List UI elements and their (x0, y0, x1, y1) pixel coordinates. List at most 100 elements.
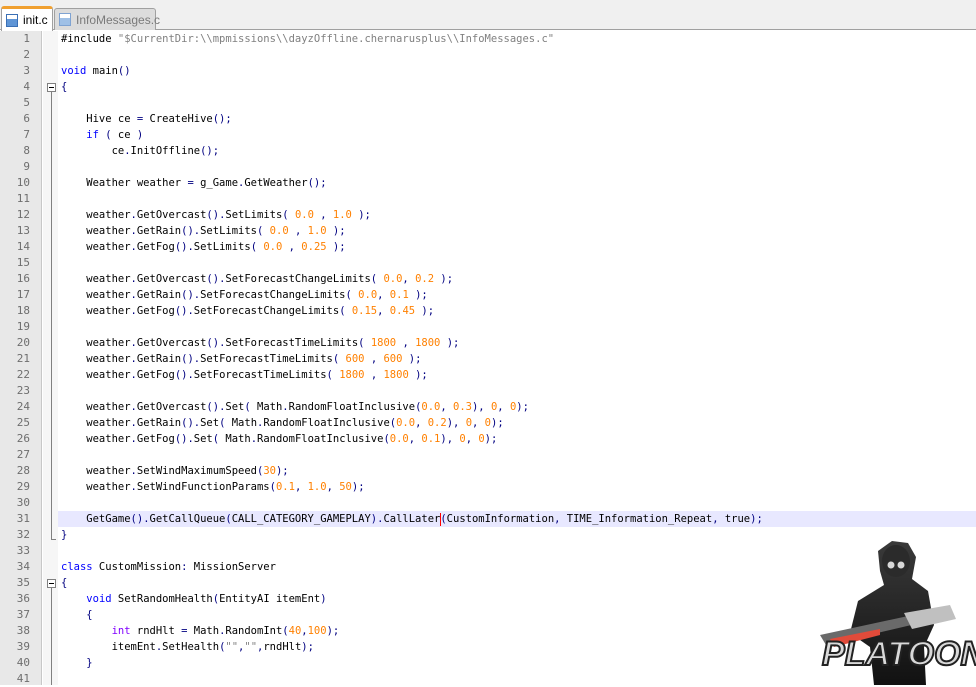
code-text: #include "$CurrentDir:\\mpmissions\\dayz… (61, 31, 554, 47)
line-number: 26 (16, 432, 30, 445)
line-number: 27 (16, 448, 30, 461)
code-token: Math (219, 433, 251, 445)
code-text: { (61, 79, 67, 95)
fold-toggle-icon[interactable] (47, 579, 56, 588)
code-token: (). (181, 289, 201, 301)
code-line[interactable]: 9 (0, 159, 976, 175)
code-line[interactable]: 31 GetGame().GetCallQueue(CALL_CATEGORY_… (0, 511, 976, 527)
tab-init-c[interactable]: init.c (1, 6, 53, 31)
code-token: 1800 (415, 337, 441, 349)
code-token: () (117, 65, 131, 77)
code-line[interactable]: 13 weather.GetRain().SetLimits( 0.0 , 1.… (0, 223, 976, 239)
code-line[interactable]: 22 weather.GetFog().SetForecastTimeLimit… (0, 367, 976, 383)
code-token: 0.0 (396, 417, 416, 429)
code-token: ) (136, 129, 144, 141)
code-token: 0.0 (421, 401, 441, 413)
code-text: weather.GetOvercast().Set( Math.RandomFl… (61, 399, 529, 415)
line-number: 22 (16, 368, 30, 381)
code-token: 100 (307, 625, 327, 637)
code-line[interactable]: 4{ (0, 79, 976, 95)
code-token: SetWindMaximumSpeed (136, 465, 257, 477)
line-number: 1 (23, 32, 30, 45)
code-text: Weather weather = g_Game.GetWeather(); (61, 175, 326, 191)
code-token: (). (174, 241, 194, 253)
code-token: ) (320, 593, 327, 605)
code-token: 0.25 (301, 241, 327, 253)
code-line[interactable]: 5 (0, 95, 976, 111)
code-token: ); (440, 273, 454, 285)
code-line[interactable]: 10 Weather weather = g_Game.GetWeather()… (0, 175, 976, 191)
code-token: weather (61, 273, 131, 285)
code-line[interactable]: 24 weather.GetOvercast().Set( Math.Rando… (0, 399, 976, 415)
line-number: 30 (16, 496, 30, 509)
code-token: GetRain (136, 353, 182, 365)
code-line[interactable]: 27 (0, 447, 976, 463)
code-token: SetLimits (200, 225, 258, 237)
code-line[interactable]: 19 (0, 319, 976, 335)
code-text: ce.InitOffline(); (61, 143, 220, 159)
code-line[interactable]: 29 weather.SetWindFunctionParams(0.1, 1.… (0, 479, 976, 495)
code-line[interactable]: 17 weather.GetRain().SetForecastChangeLi… (0, 287, 976, 303)
code-line[interactable]: 26 weather.GetFog().Set( Math.RandomFloa… (0, 431, 976, 447)
code-text: } (61, 655, 92, 671)
code-line[interactable]: 1 #include "$CurrentDir:\\mpmissions\\day… (0, 31, 976, 47)
line-number: 39 (16, 640, 30, 653)
code-token: GetRain (136, 225, 182, 237)
code-line[interactable]: 12 weather.GetOvercast().SetLimits( 0.0 … (0, 207, 976, 223)
code-line[interactable]: 8 ce.InitOffline(); (0, 143, 976, 159)
code-token: ); (750, 513, 763, 525)
code-line[interactable]: 28 weather.SetWindMaximumSpeed(30); (0, 463, 976, 479)
code-line[interactable]: 20 weather.GetOvercast().SetForecastTime… (0, 335, 976, 351)
code-line[interactable]: 11 (0, 191, 976, 207)
code-token: SetForecastTimeLimits (200, 353, 333, 365)
code-line[interactable]: 7 if ( ce ) (0, 127, 976, 143)
line-number: 31 (16, 512, 30, 525)
code-token: "$CurrentDir:\\mpmissions\\dayzOffline.c… (117, 33, 555, 45)
code-token: { (86, 609, 93, 621)
code-line[interactable]: 21 weather.GetRain().SetForecastTimeLimi… (0, 351, 976, 367)
code-token: 1.0 (332, 209, 352, 221)
tab-infomessages-c[interactable]: InfoMessages.c (54, 8, 160, 30)
code-line[interactable]: 16 weather.GetOvercast().SetForecastChan… (0, 271, 976, 287)
line-number: 2 (23, 48, 30, 61)
line-number: 21 (16, 352, 30, 365)
code-line[interactable]: 18 weather.GetFog().SetForecastChangeLim… (0, 303, 976, 319)
code-line[interactable]: 25 weather.GetRain().Set( Math.RandomFlo… (0, 415, 976, 431)
c-file-icon (59, 13, 71, 26)
code-token: (); (200, 145, 220, 157)
code-token: } (61, 529, 68, 541)
logo-text: PLATOON (822, 635, 976, 673)
fold-line (51, 588, 52, 685)
line-number: 40 (16, 656, 30, 669)
code-token: { (61, 81, 68, 93)
code-token: ), (446, 417, 460, 429)
code-token: SetWindFunctionParams (136, 481, 270, 493)
code-line[interactable]: 15 (0, 255, 976, 271)
code-token: (). (174, 369, 194, 381)
fold-toggle-icon[interactable] (47, 83, 56, 92)
code-text: weather.GetOvercast().SetForecastTimeLim… (61, 335, 459, 351)
code-token: SetRandomHealth (111, 593, 213, 605)
code-token: 0.1 (389, 289, 409, 301)
line-number: 13 (16, 224, 30, 237)
line-number: 18 (16, 304, 30, 317)
code-line[interactable]: 14 weather.GetFog().SetLimits( 0.0 , 0.2… (0, 239, 976, 255)
code-line[interactable]: 2 (0, 47, 976, 63)
code-line[interactable]: 3 void main() (0, 63, 976, 79)
code-token: weather (61, 417, 131, 429)
code-line[interactable]: 30 (0, 495, 976, 511)
code-line[interactable]: 6 Hive ce = CreateHive(); (0, 111, 976, 127)
code-token: GetCallQueue (149, 513, 226, 525)
code-line[interactable]: 23 (0, 383, 976, 399)
code-token: RandomFloatInclusive (263, 417, 390, 429)
code-token: main (86, 65, 118, 77)
code-token: CALL_CATEGORY_GAMEPLAY (231, 513, 371, 525)
code-token: (). (206, 209, 226, 221)
code-token: RandomInt (225, 625, 283, 637)
code-editor[interactable]: 1 #include "$CurrentDir:\\mpmissions\\day… (0, 31, 976, 685)
line-number: 10 (16, 176, 30, 189)
code-token: 0.0 (383, 273, 403, 285)
code-token: SetLimits (193, 241, 251, 253)
fold-line (51, 92, 52, 539)
code-token: GetFog (136, 369, 175, 381)
